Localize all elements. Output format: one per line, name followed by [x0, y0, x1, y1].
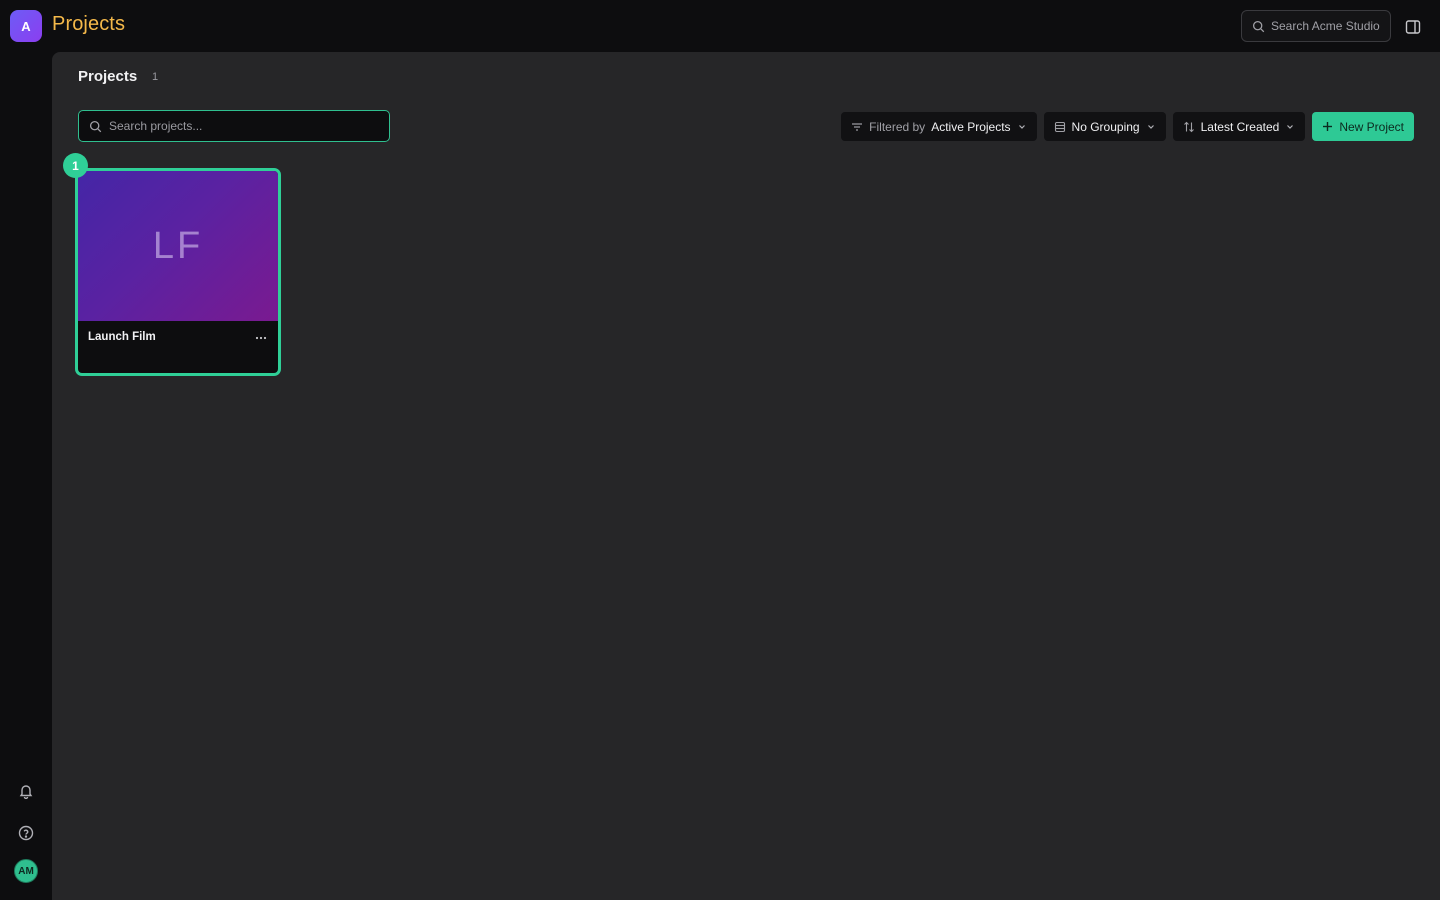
new-project-label: New Project: [1339, 119, 1404, 134]
sort-icon: [1183, 121, 1194, 132]
page-title: Projects: [52, 13, 126, 35]
filter-icon: [852, 122, 863, 131]
project-name: Launch Film: [88, 331, 156, 343]
project-search-input[interactable]: [109, 119, 379, 133]
chevron-down-icon: [1147, 124, 1154, 129]
project-search[interactable]: [78, 110, 390, 142]
notifications-button[interactable]: [14, 779, 38, 803]
more-horizontal-icon: [255, 336, 267, 340]
top-bar: A Projects Search Acme Studio: [0, 0, 1440, 52]
project-menu-button[interactable]: [250, 329, 272, 347]
project-badge: 1: [63, 153, 88, 178]
global-search[interactable]: Search Acme Studio: [1241, 10, 1391, 42]
new-project-button[interactable]: New Project: [1312, 112, 1414, 141]
project-thumbnail: LF: [78, 171, 278, 321]
grouping-dropdown[interactable]: No Grouping: [1043, 112, 1166, 141]
chevron-down-icon: [1287, 124, 1294, 129]
search-icon: [89, 120, 102, 132]
filter-value: Active Projects: [931, 119, 1011, 134]
grouping-icon: [1054, 121, 1065, 132]
bell-icon: [19, 785, 33, 799]
project-count: 1: [152, 71, 159, 83]
help-button[interactable]: [14, 821, 38, 845]
sort-label: Latest Created: [1200, 119, 1280, 134]
help-icon: [18, 825, 34, 841]
main-panel: Projects 1 Filtered by Active Projects N…: [52, 52, 1440, 900]
filter-dropdown[interactable]: Filtered by Active Projects: [841, 112, 1037, 141]
grouping-label: No Grouping: [1071, 119, 1140, 134]
workspace-avatar[interactable]: A: [10, 10, 42, 42]
panel-toggle-button[interactable]: [1402, 16, 1424, 38]
section-title: Projects: [78, 68, 138, 85]
chevron-down-icon: [1018, 124, 1025, 129]
global-search-placeholder: Search Acme Studio: [1271, 19, 1380, 33]
user-avatar[interactable]: AM: [14, 859, 38, 883]
toolbar: Filtered by Active Projects No Grouping …: [841, 112, 1414, 141]
project-initials: LF: [152, 224, 204, 267]
panel-toggle-icon: [1405, 20, 1421, 34]
search-icon: [1252, 20, 1265, 32]
plus-icon: [1323, 122, 1333, 131]
project-card[interactable]: LF Launch Film: [75, 168, 281, 376]
left-rail: AM: [0, 52, 52, 900]
sort-dropdown[interactable]: Latest Created: [1172, 112, 1306, 141]
filter-prefix: Filtered by: [869, 119, 926, 134]
